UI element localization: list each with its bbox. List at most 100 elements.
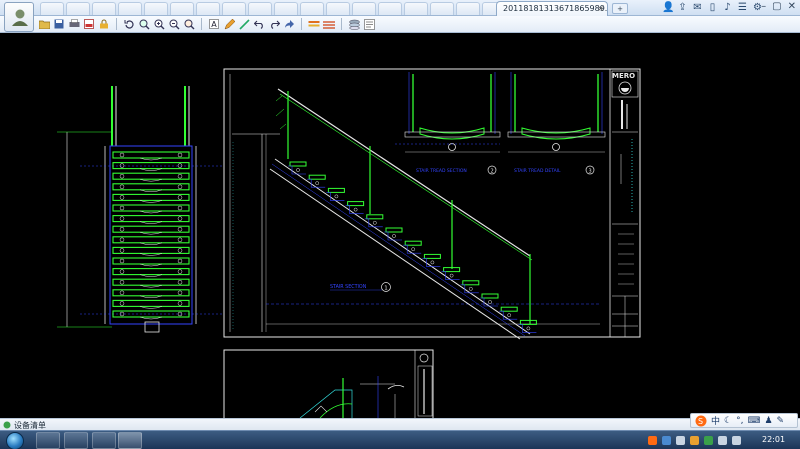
stair-treads xyxy=(288,161,537,333)
document-tab[interactable]: 20118181313671865989.d... × xyxy=(496,1,608,16)
help-tray-icon[interactable] xyxy=(662,436,671,445)
section-tread xyxy=(404,240,422,246)
mail-icon[interactable]: ✉ xyxy=(692,2,703,13)
compare-icon[interactable] xyxy=(363,18,375,30)
zoom-out-icon[interactable] xyxy=(168,18,180,30)
drawing-canvas[interactable]: MERO STAIR TREAD SECTION 2 STAIR TREAD D… xyxy=(0,34,800,418)
elevation-tread xyxy=(112,204,190,212)
zoom-window-icon[interactable] xyxy=(138,18,150,30)
tab[interactable] xyxy=(300,2,324,15)
user-icon[interactable]: ♟ xyxy=(764,416,772,426)
elevation-tread xyxy=(112,257,190,265)
tab[interactable] xyxy=(40,2,64,15)
volume-tray-icon[interactable] xyxy=(718,436,727,445)
equipment-list-label: 设备清单 xyxy=(14,420,46,430)
tab[interactable] xyxy=(352,2,376,15)
title-bar: 20118181313671865989.d... × + 👤 ⇪ ✉ ▯ ♪ … xyxy=(0,0,800,16)
taskbar-explorer-button[interactable] xyxy=(36,432,60,449)
layer-icon[interactable] xyxy=(308,18,320,30)
stair-section-sheet: MERO xyxy=(223,68,641,338)
avatar[interactable] xyxy=(4,2,34,32)
punctuation-icon[interactable]: °, xyxy=(736,416,743,426)
elevation-tread xyxy=(112,268,190,276)
tab[interactable] xyxy=(66,2,90,15)
elevation-tread xyxy=(112,236,190,244)
sogou-icon[interactable]: S xyxy=(695,415,707,427)
elevation-tread xyxy=(112,246,190,254)
window-controls: – ▢ ✕ xyxy=(761,1,796,12)
sogou-tray-icon[interactable] xyxy=(648,436,657,445)
system-tray xyxy=(648,433,741,448)
header-icons: 👤 ⇪ ✉ ▯ ♪ ☰ ⚙ xyxy=(662,2,763,13)
taskbar-clock[interactable]: 22:01 xyxy=(762,435,785,444)
measure-icon[interactable] xyxy=(238,18,250,30)
tab[interactable] xyxy=(92,2,116,15)
svg-text:S: S xyxy=(698,417,703,426)
phone-icon[interactable]: ▯ xyxy=(707,2,718,13)
zoom-extents-icon[interactable] xyxy=(183,18,195,30)
color-icon[interactable] xyxy=(323,18,335,30)
tread-detail-number: 3 xyxy=(589,168,592,174)
tab[interactable] xyxy=(378,2,402,15)
maximize-icon[interactable]: ▢ xyxy=(772,1,781,12)
share-arrow-icon[interactable] xyxy=(283,18,295,30)
section-tread xyxy=(327,187,345,193)
lock-icon[interactable] xyxy=(98,18,110,30)
ime-toolbar: S 中 ☾ °, ⌨ ♟ ✎ xyxy=(690,413,798,428)
section-tread xyxy=(366,214,384,220)
tab[interactable] xyxy=(456,2,480,15)
section-tread xyxy=(500,306,518,312)
elevation-tread xyxy=(112,299,190,307)
network-tray-icon[interactable] xyxy=(676,436,685,445)
tread-detail-label: STAIR TREAD DETAIL xyxy=(514,168,561,174)
main-section-label: STAIR SECTION xyxy=(330,284,367,290)
share-icon[interactable]: ⇪ xyxy=(677,2,688,13)
taskbar: 22:01 xyxy=(0,430,800,449)
tab[interactable] xyxy=(430,2,454,15)
pencil-icon[interactable] xyxy=(223,18,235,30)
minimize-icon[interactable]: – xyxy=(761,1,766,12)
pdf-icon[interactable] xyxy=(83,18,95,30)
text-icon[interactable]: A xyxy=(208,18,220,30)
toolbar: A xyxy=(0,16,800,33)
update-tray-icon[interactable] xyxy=(690,436,699,445)
security-tray-icon[interactable] xyxy=(704,436,713,445)
tab[interactable] xyxy=(118,2,142,15)
ime-mode[interactable]: 中 xyxy=(711,414,720,427)
taskbar-app-button[interactable] xyxy=(64,432,88,449)
tools-icon[interactable]: ✎ xyxy=(777,416,785,426)
start-button[interactable] xyxy=(6,432,24,449)
tab[interactable] xyxy=(404,2,428,15)
open-icon[interactable] xyxy=(38,18,50,30)
tab[interactable] xyxy=(170,2,194,15)
taskbar-library-button[interactable] xyxy=(92,432,116,449)
undo-icon[interactable] xyxy=(253,18,265,30)
new-tab-button[interactable]: + xyxy=(612,3,628,14)
keyboard-icon[interactable]: ⌨ xyxy=(747,416,760,426)
list-icon[interactable]: ☰ xyxy=(737,2,748,13)
leaf-icon xyxy=(3,421,11,429)
flag-tray-icon[interactable] xyxy=(732,436,741,445)
tab[interactable] xyxy=(248,2,272,15)
print-icon[interactable] xyxy=(68,18,80,30)
zoom-in-icon[interactable] xyxy=(153,18,165,30)
close-icon[interactable]: ✕ xyxy=(788,1,796,12)
tab[interactable] xyxy=(144,2,168,15)
rotate-icon[interactable] xyxy=(123,18,135,30)
bell-icon[interactable]: ♪ xyxy=(722,2,733,13)
collapsed-tabs xyxy=(40,2,506,15)
tab[interactable] xyxy=(196,2,220,15)
tab[interactable] xyxy=(222,2,246,15)
tab-close-icon[interactable]: × xyxy=(597,2,604,16)
tab[interactable] xyxy=(326,2,350,15)
layers-stack-icon[interactable] xyxy=(348,18,360,30)
moon-icon[interactable]: ☾ xyxy=(724,416,732,426)
elevation-tread xyxy=(112,289,190,297)
user-icon[interactable]: 👤 xyxy=(662,2,674,13)
tab[interactable] xyxy=(274,2,298,15)
lower-detail-sheet xyxy=(223,349,434,418)
taskbar-cad-viewer-button[interactable] xyxy=(118,432,142,449)
redo-icon[interactable] xyxy=(268,18,280,30)
save-icon[interactable] xyxy=(53,18,65,30)
tread-section-detail: STAIR TREAD SECTION 2 STAIR TREAD DETAIL… xyxy=(395,72,606,175)
